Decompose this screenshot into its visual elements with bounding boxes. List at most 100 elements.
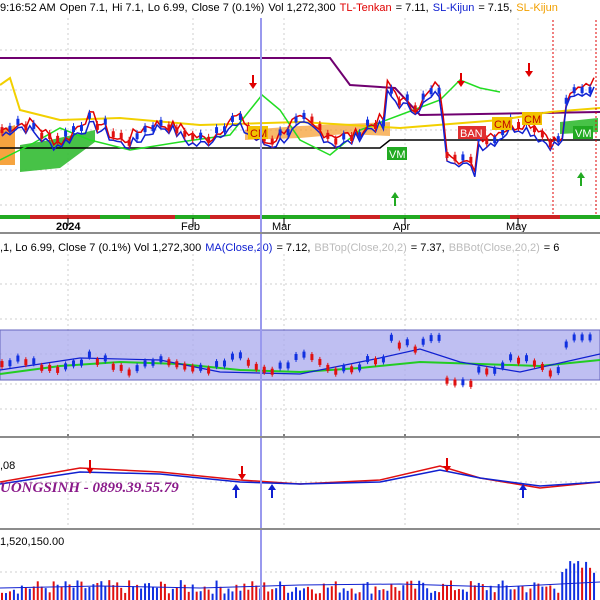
trend-strip-segment [210, 215, 260, 219]
trend-strip-segment [380, 215, 420, 219]
volume-bar [283, 586, 286, 600]
candle-body [199, 132, 203, 139]
volume-panel: 1,520,150.00 [0, 530, 600, 600]
bb-candle-body [413, 346, 417, 353]
candle-body [48, 132, 52, 139]
volume-bar [346, 590, 349, 600]
bb-candle-body [24, 359, 28, 366]
volume-bar [545, 586, 548, 600]
candle-body [342, 133, 346, 140]
volume-bar [8, 591, 11, 600]
volume-bar [167, 593, 170, 600]
watermark-text: UONGSINH - 0899.39.55.79 [0, 480, 179, 496]
volume-bar [247, 589, 250, 600]
bb-candle-body [183, 363, 187, 370]
bb-candle-body [215, 361, 219, 368]
senkou-b-line [0, 57, 600, 117]
signal-cm-1: CM [250, 128, 267, 140]
candle-body [517, 122, 521, 129]
bb-candle-body [72, 360, 76, 367]
bb-candle-body [477, 366, 481, 373]
trend-strip-segment [30, 215, 100, 219]
volume-bar [112, 585, 115, 600]
volume-bar [410, 580, 413, 600]
bb-candle-body [223, 360, 227, 367]
volume-bar [493, 592, 496, 600]
volume-bar [175, 587, 178, 600]
trend-strip-segment [420, 215, 470, 219]
volume-bar [541, 586, 544, 600]
bollinger-chart: 2024FebMarAprMay [0, 234, 600, 436]
volume-bar [287, 592, 290, 600]
volume-bar [569, 561, 572, 600]
bb-candle-body [278, 362, 282, 369]
bb-candle-body [389, 334, 393, 341]
bb-candle-body [79, 359, 83, 366]
volume-bar [128, 580, 131, 600]
volume-bar [255, 585, 258, 600]
bb-candle-body [191, 365, 195, 372]
bb-candle-body [334, 368, 338, 375]
bb-candle-body [509, 354, 513, 361]
volume-bar [362, 583, 365, 600]
candle-body [540, 131, 544, 138]
volume-bar [183, 584, 186, 600]
volume-bar [223, 593, 226, 600]
volume-bar [60, 587, 63, 600]
volume-bar [32, 586, 35, 600]
bb-candle-body [493, 367, 497, 374]
bb-candle-body [381, 356, 385, 363]
volume-bar [52, 581, 55, 600]
candle-body [135, 133, 139, 140]
bb-candle-body [501, 362, 505, 369]
volume-bar [295, 587, 298, 600]
volume-bar [4, 593, 7, 600]
bb-candle-body [64, 363, 68, 370]
volume-bar [310, 589, 313, 600]
volume-bar [394, 587, 397, 600]
bb-candle-body [540, 363, 544, 370]
bb-candle-body [143, 360, 147, 367]
bb-candle-body [56, 366, 60, 373]
candle-body [532, 126, 536, 133]
volume-bar [187, 591, 190, 600]
bb-candle-body [254, 363, 258, 370]
bb-candle-body [532, 360, 536, 367]
candle-body [143, 126, 147, 133]
bb-candle-body [469, 380, 473, 387]
sell-arrow-2 [457, 81, 465, 87]
signal-ban: BAN [460, 128, 483, 140]
volume-bar [553, 588, 556, 600]
bb-candle-body [437, 334, 441, 341]
candle-body [167, 124, 171, 131]
bb-candle-body [40, 364, 44, 371]
volume-bar [219, 586, 222, 600]
candle-body [469, 156, 473, 163]
candle-body [397, 99, 401, 106]
volume-bar [537, 583, 540, 600]
bb-candle-body [286, 362, 290, 369]
volume-bar [251, 581, 254, 600]
candle-body [159, 119, 163, 126]
bb-candle-body [95, 358, 99, 365]
volume-bar [469, 581, 472, 600]
candle-body [421, 93, 425, 100]
trend-strip-segment [350, 215, 380, 219]
candle-body [111, 131, 115, 138]
bb-candle-body [262, 366, 266, 373]
candle-body [270, 138, 274, 145]
month-label: Feb [181, 221, 200, 232]
volume-bar [402, 585, 405, 600]
candle-body [191, 133, 195, 140]
candle-body [56, 135, 60, 142]
volume-bar [557, 592, 560, 600]
volume-bar [430, 592, 433, 600]
osc-buy-arrow-1 [232, 484, 240, 490]
bb-candle-body [310, 354, 314, 361]
ichimoku-chart: 2024 Feb Mar Apr May CM CM CM BAN VM VM [0, 18, 600, 232]
bb-candle-body [87, 351, 91, 358]
volume-bar [207, 589, 210, 600]
volume-bar [44, 588, 47, 600]
volume-bar [461, 589, 464, 600]
bb-candle-body [556, 367, 560, 374]
